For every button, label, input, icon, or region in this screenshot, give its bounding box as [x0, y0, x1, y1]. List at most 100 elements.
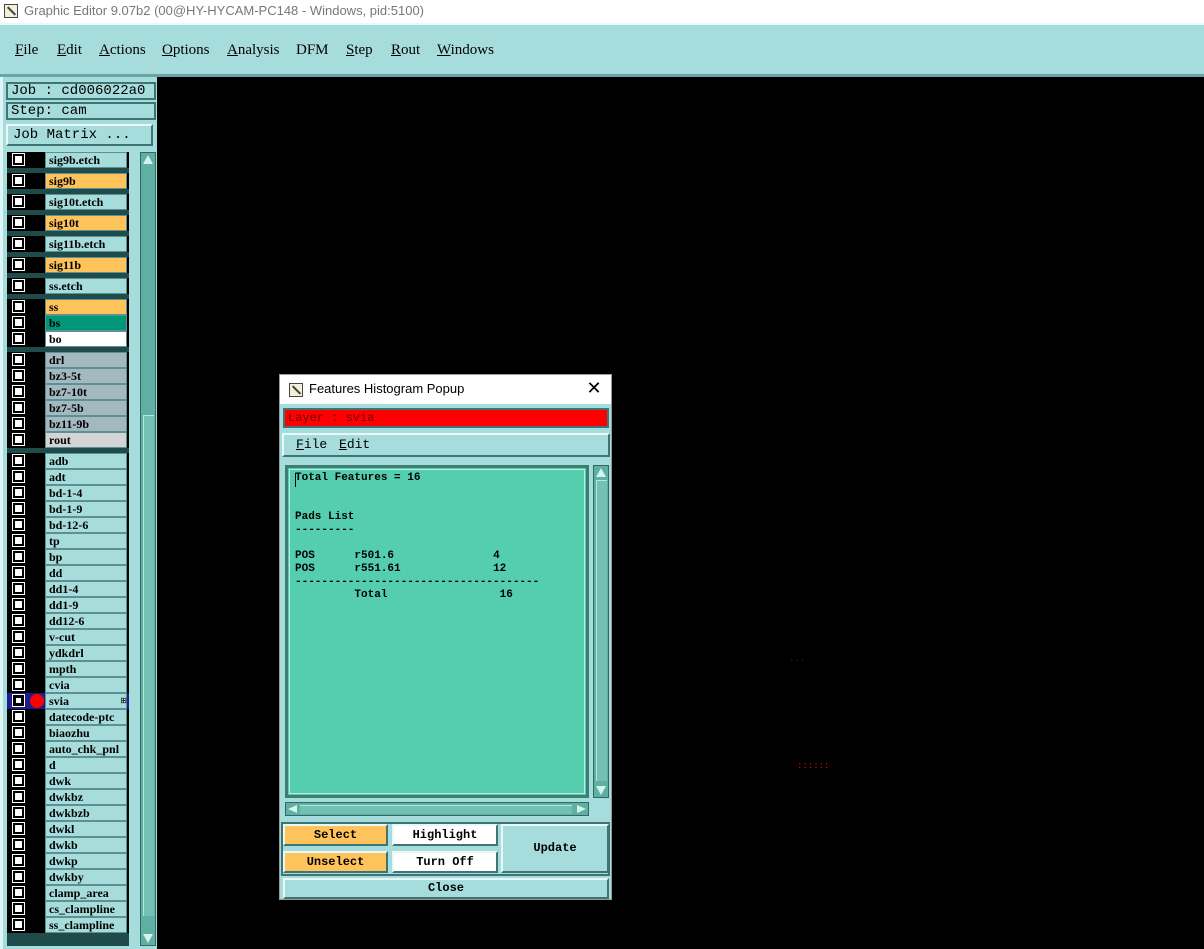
layer-name[interactable]: dd1-4	[45, 581, 127, 597]
layer-name[interactable]: sig10t.etch	[45, 194, 127, 210]
layer-row-bd-12-6[interactable]: bd-12-6	[7, 517, 129, 533]
text-scroll-up-icon[interactable]	[596, 468, 606, 477]
layer-checkbox[interactable]	[12, 806, 25, 819]
layer-row-dwkp[interactable]: dwkp	[7, 853, 129, 869]
close-button[interactable]: Close	[283, 878, 609, 899]
layer-name[interactable]: dwkby	[45, 869, 127, 885]
layer-row-auto_chk_pnl[interactable]: auto_chk_pnl	[7, 741, 129, 757]
layer-checkbox[interactable]	[12, 582, 25, 595]
layer-row-ss.etch[interactable]: ss.etch	[7, 278, 129, 294]
layer-name[interactable]: dd1-9	[45, 597, 127, 613]
layer-checkbox[interactable]	[12, 216, 25, 229]
layer-checkbox[interactable]	[12, 300, 25, 313]
select-button[interactable]: Select	[283, 824, 388, 846]
layer-name[interactable]: ss_clampline	[45, 917, 127, 933]
layer-checkbox[interactable]	[12, 518, 25, 531]
layer-checkbox[interactable]	[12, 614, 25, 627]
text-scroll-down-icon[interactable]	[596, 786, 606, 795]
layer-checkbox[interactable]	[12, 153, 25, 166]
layer-name[interactable]: sig9b.etch	[45, 152, 127, 168]
layer-name[interactable]: dwkbzb	[45, 805, 127, 821]
menu-item-step[interactable]: Step	[346, 42, 373, 59]
layer-checkbox[interactable]	[12, 726, 25, 739]
layer-row-ss_clampline[interactable]: ss_clampline	[7, 917, 129, 933]
layer-row-mpth[interactable]: mpth	[7, 661, 129, 677]
layer-row-dwkbzb[interactable]: dwkbzb	[7, 805, 129, 821]
layer-name[interactable]: sig11b.etch	[45, 236, 127, 252]
layer-checkbox[interactable]	[12, 710, 25, 723]
layer-checkbox[interactable]	[12, 433, 25, 446]
layer-name[interactable]: bd-1-9	[45, 501, 127, 517]
layer-row-ss[interactable]: ss	[7, 299, 129, 315]
layer-name[interactable]: ss.etch	[45, 278, 127, 294]
menu-item-dfm[interactable]: DFM	[296, 42, 329, 59]
layer-row-ydkdrl[interactable]: ydkdrl	[7, 645, 129, 661]
layer-row-dwkby[interactable]: dwkby	[7, 869, 129, 885]
layer-name[interactable]: datecode-ptc	[45, 709, 127, 725]
layer-checkbox[interactable]	[12, 385, 25, 398]
layer-row-rout[interactable]: rout	[7, 432, 129, 448]
layer-name[interactable]: bd-1-4	[45, 485, 127, 501]
text-vscroll-thumb[interactable]	[596, 480, 607, 781]
update-button[interactable]: Update	[501, 824, 609, 873]
layer-checkbox[interactable]	[12, 742, 25, 755]
layer-name[interactable]: ss	[45, 299, 127, 315]
layer-name[interactable]: clamp_area	[45, 885, 127, 901]
text-scroll-right-icon[interactable]	[577, 805, 586, 813]
layer-name[interactable]: dwkbz	[45, 789, 127, 805]
layer-name[interactable]: rout	[45, 432, 127, 448]
popup-menu-file[interactable]: File	[296, 437, 327, 452]
menu-item-analysis[interactable]: Analysis	[227, 42, 280, 59]
layer-checkbox[interactable]	[12, 678, 25, 691]
layer-row-adb[interactable]: adb	[7, 453, 129, 469]
scroll-down-arrow-icon[interactable]	[143, 934, 153, 943]
layer-checkbox[interactable]	[12, 279, 25, 292]
layer-name[interactable]: dwk	[45, 773, 127, 789]
scroll-up-arrow-icon[interactable]	[143, 155, 153, 164]
layer-row-bd-1-9[interactable]: bd-1-9	[7, 501, 129, 517]
layer-checkbox[interactable]	[12, 902, 25, 915]
layer-checkbox[interactable]	[12, 550, 25, 563]
layer-row-sig10t.etch[interactable]: sig10t.etch	[7, 194, 129, 210]
layer-row-cvia[interactable]: cvia	[7, 677, 129, 693]
layer-checkbox[interactable]	[12, 662, 25, 675]
layer-checkbox[interactable]	[12, 195, 25, 208]
layer-checkbox[interactable]	[12, 470, 25, 483]
job-matrix-button[interactable]: Job Matrix ...	[6, 124, 153, 146]
layer-row-sig9b[interactable]: sig9b	[7, 173, 129, 189]
layer-checkbox[interactable]	[12, 401, 25, 414]
layer-name[interactable]: dd	[45, 565, 127, 581]
layer-checkbox[interactable]	[12, 758, 25, 771]
layer-name[interactable]: bp	[45, 549, 127, 565]
layer-name[interactable]: bz7-10t	[45, 384, 127, 400]
menu-item-actions[interactable]: Actions	[99, 42, 146, 59]
layer-row-bz7-10t[interactable]: bz7-10t	[7, 384, 129, 400]
layer-checkbox[interactable]	[12, 353, 25, 366]
layer-row-sig10t[interactable]: sig10t	[7, 215, 129, 231]
layer-name[interactable]: sig11b	[45, 257, 127, 273]
text-vertical-scrollbar[interactable]	[593, 465, 609, 798]
layer-row-d[interactable]: d	[7, 757, 129, 773]
menu-item-file[interactable]: File	[15, 42, 38, 59]
layer-checkbox[interactable]	[12, 838, 25, 851]
layer-checkbox[interactable]	[12, 630, 25, 643]
layer-checkbox[interactable]	[12, 417, 25, 430]
layer-row-bo[interactable]: bo	[7, 331, 129, 347]
layer-name[interactable]: bz11-9b	[45, 416, 127, 432]
layer-row-v-cut[interactable]: v-cut	[7, 629, 129, 645]
menu-item-rout[interactable]: Rout	[391, 42, 420, 59]
layer-row-drl[interactable]: drl	[7, 352, 129, 368]
menu-item-options[interactable]: Options	[162, 42, 210, 59]
layer-checkbox[interactable]	[12, 534, 25, 547]
layer-name[interactable]: biaozhu	[45, 725, 127, 741]
layer-checkbox[interactable]	[12, 258, 25, 271]
layer-checkbox[interactable]	[12, 694, 25, 707]
layer-name[interactable]: ydkdrl	[45, 645, 127, 661]
layer-name[interactable]: auto_chk_pnl	[45, 741, 127, 757]
text-hscroll-thumb[interactable]	[300, 805, 572, 814]
layer-checkbox[interactable]	[12, 790, 25, 803]
layer-name[interactable]: d	[45, 757, 127, 773]
layer-name[interactable]: adt	[45, 469, 127, 485]
menu-item-edit[interactable]: Edit	[57, 42, 82, 59]
text-scroll-left-icon[interactable]	[288, 805, 297, 813]
